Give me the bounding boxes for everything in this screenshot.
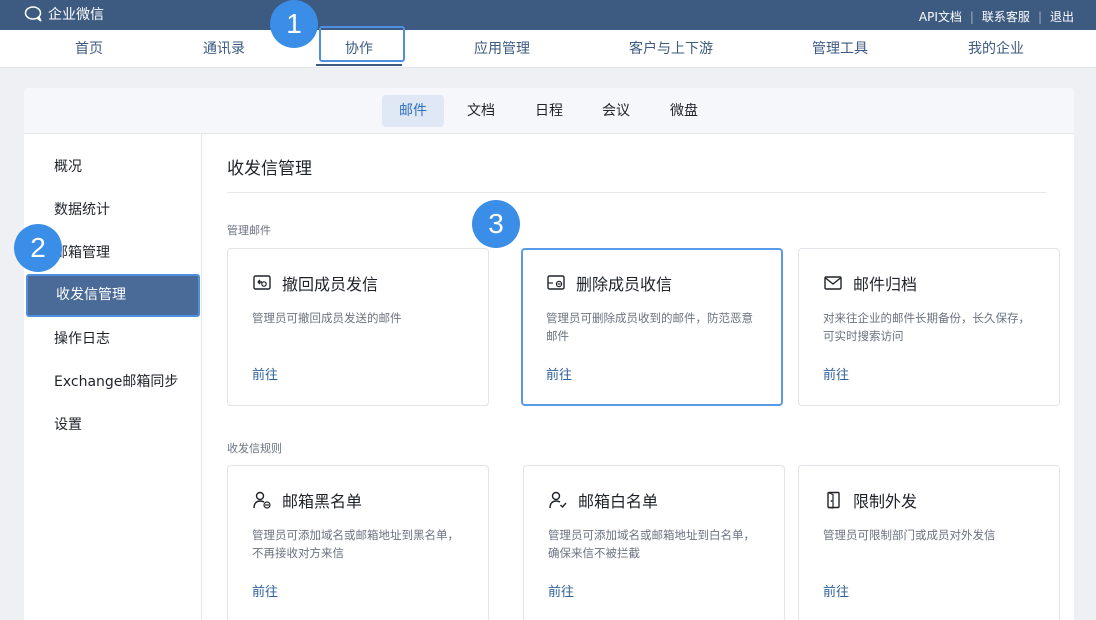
sidebar-item-statistics[interactable]: 数据统计 [24,189,202,232]
sidebar-item-mail-flow-management[interactable]: 收发信管理 [26,274,200,317]
go-restrict-send-link[interactable]: 前往 [823,581,849,600]
divider: | [1037,9,1042,24]
feature-title: 邮箱白名单 [578,492,659,511]
section-label-mail-rules: 收发信规则 [227,442,282,455]
feature-description: 对来往企业的邮件长期备份，长久保存，可实时搜索访问 [823,311,1030,343]
go-whitelist-link[interactable]: 前往 [548,581,574,600]
content-card: 邮件 文档 日程 会议 微盘 概况 数据统计 邮箱管理 收发信管理 操作日志 E… [24,88,1074,620]
api-docs-link[interactable]: API文档 [919,8,962,25]
app-name: 企业微信 [48,7,104,23]
tab-meeting[interactable]: 会议 [591,95,641,127]
title-divider [227,192,1047,193]
step-callout-1: 1 [270,0,318,48]
feature-title: 撤回成员发信 [282,275,379,294]
feature-title: 删除成员收信 [576,275,673,294]
go-delete-link[interactable]: 前往 [546,364,572,383]
feature-description: 管理员可删除成员收到的邮件，防范恶意邮件 [546,311,753,343]
step-callout-2: 2 [14,224,62,272]
feature-card-restrict-send: 限制外发 管理员可限制部门或成员对外发信 前往 [798,465,1060,620]
nav-management-tools[interactable]: 管理工具 [800,30,880,68]
feature-card-blacklist: 邮箱黑名单 管理员可添加域名或邮箱地址到黑名单，不再接收对方来信 前往 [227,465,489,620]
sidebar-item-settings[interactable]: 设置 [24,404,202,447]
wecom-logo-icon [24,6,42,22]
feature-description: 管理员可限制部门或成员对外发信 [823,528,996,542]
feature-title: 邮件归档 [853,275,918,294]
sidebar-item-operation-log[interactable]: 操作日志 [24,318,202,361]
section-label-manage-mail: 管理邮件 [227,224,271,237]
sidebar: 概况 数据统计 邮箱管理 收发信管理 操作日志 Exchange邮箱同步 设置 [24,134,202,620]
feature-description: 管理员可添加域名或邮箱地址到黑名单，不再接收对方来信 [252,528,459,560]
app-logo[interactable]: 企业微信 [24,4,104,24]
nav-highlight-box [319,26,405,62]
feature-card-archive: 邮件归档 对来往企业的邮件长期备份，长久保存，可实时搜索访问 前往 [798,248,1060,406]
feature-title: 邮箱黑名单 [282,492,363,511]
feature-card-whitelist: 邮箱白名单 管理员可添加域名或邮箱地址到白名单，确保来信不被拦截 前往 [523,465,785,620]
feature-card-recall: 撤回成员发信 管理员可撤回成员发送的邮件 前往 [227,248,489,406]
sidebar-item-overview[interactable]: 概况 [24,146,202,189]
top-bar: 企业微信 API文档 | 联系客服 | 退出 [0,0,1096,30]
mail-archive-icon [824,276,842,290]
nav-app-management[interactable]: 应用管理 [462,30,542,68]
go-recall-link[interactable]: 前往 [252,364,278,383]
nav-customers[interactable]: 客户与上下游 [618,30,724,68]
tab-mail[interactable]: 邮件 [382,95,444,127]
blacklist-user-icon [253,491,271,509]
nav-home[interactable]: 首页 [64,30,114,68]
nav-my-company[interactable]: 我的企业 [956,30,1036,68]
feature-description: 管理员可撤回成员发送的邮件 [252,311,402,325]
delete-mail-icon [547,275,565,290]
go-archive-link[interactable]: 前往 [823,364,849,383]
step-callout-3: 3 [472,200,520,248]
whitelist-user-icon [549,491,567,509]
feature-title: 限制外发 [853,492,918,511]
main-nav: 首页 通讯录 协作 应用管理 客户与上下游 管理工具 我的企业 [0,30,1096,68]
tab-drive[interactable]: 微盘 [659,95,709,127]
logout-link[interactable]: 退出 [1050,8,1074,25]
tab-calendar[interactable]: 日程 [524,95,574,127]
divider: | [969,9,974,24]
sidebar-item-exchange-sync[interactable]: Exchange邮箱同步 [24,361,202,404]
contact-support-link[interactable]: 联系客服 [982,8,1030,25]
recall-mail-icon [253,275,271,290]
sub-tabs: 邮件 文档 日程 会议 微盘 [24,88,1074,134]
page-title: 收发信管理 [227,159,312,179]
feature-card-delete: 删除成员收信 管理员可删除成员收到的邮件，防范恶意邮件 前往 [521,248,783,406]
restrict-send-icon [827,491,840,509]
tab-docs[interactable]: 文档 [456,95,506,127]
nav-contacts[interactable]: 通讯录 [194,30,254,68]
top-links: API文档 | 联系客服 | 退出 [919,8,1074,25]
go-blacklist-link[interactable]: 前往 [252,581,278,600]
feature-description: 管理员可添加域名或邮箱地址到白名单，确保来信不被拦截 [548,528,755,560]
